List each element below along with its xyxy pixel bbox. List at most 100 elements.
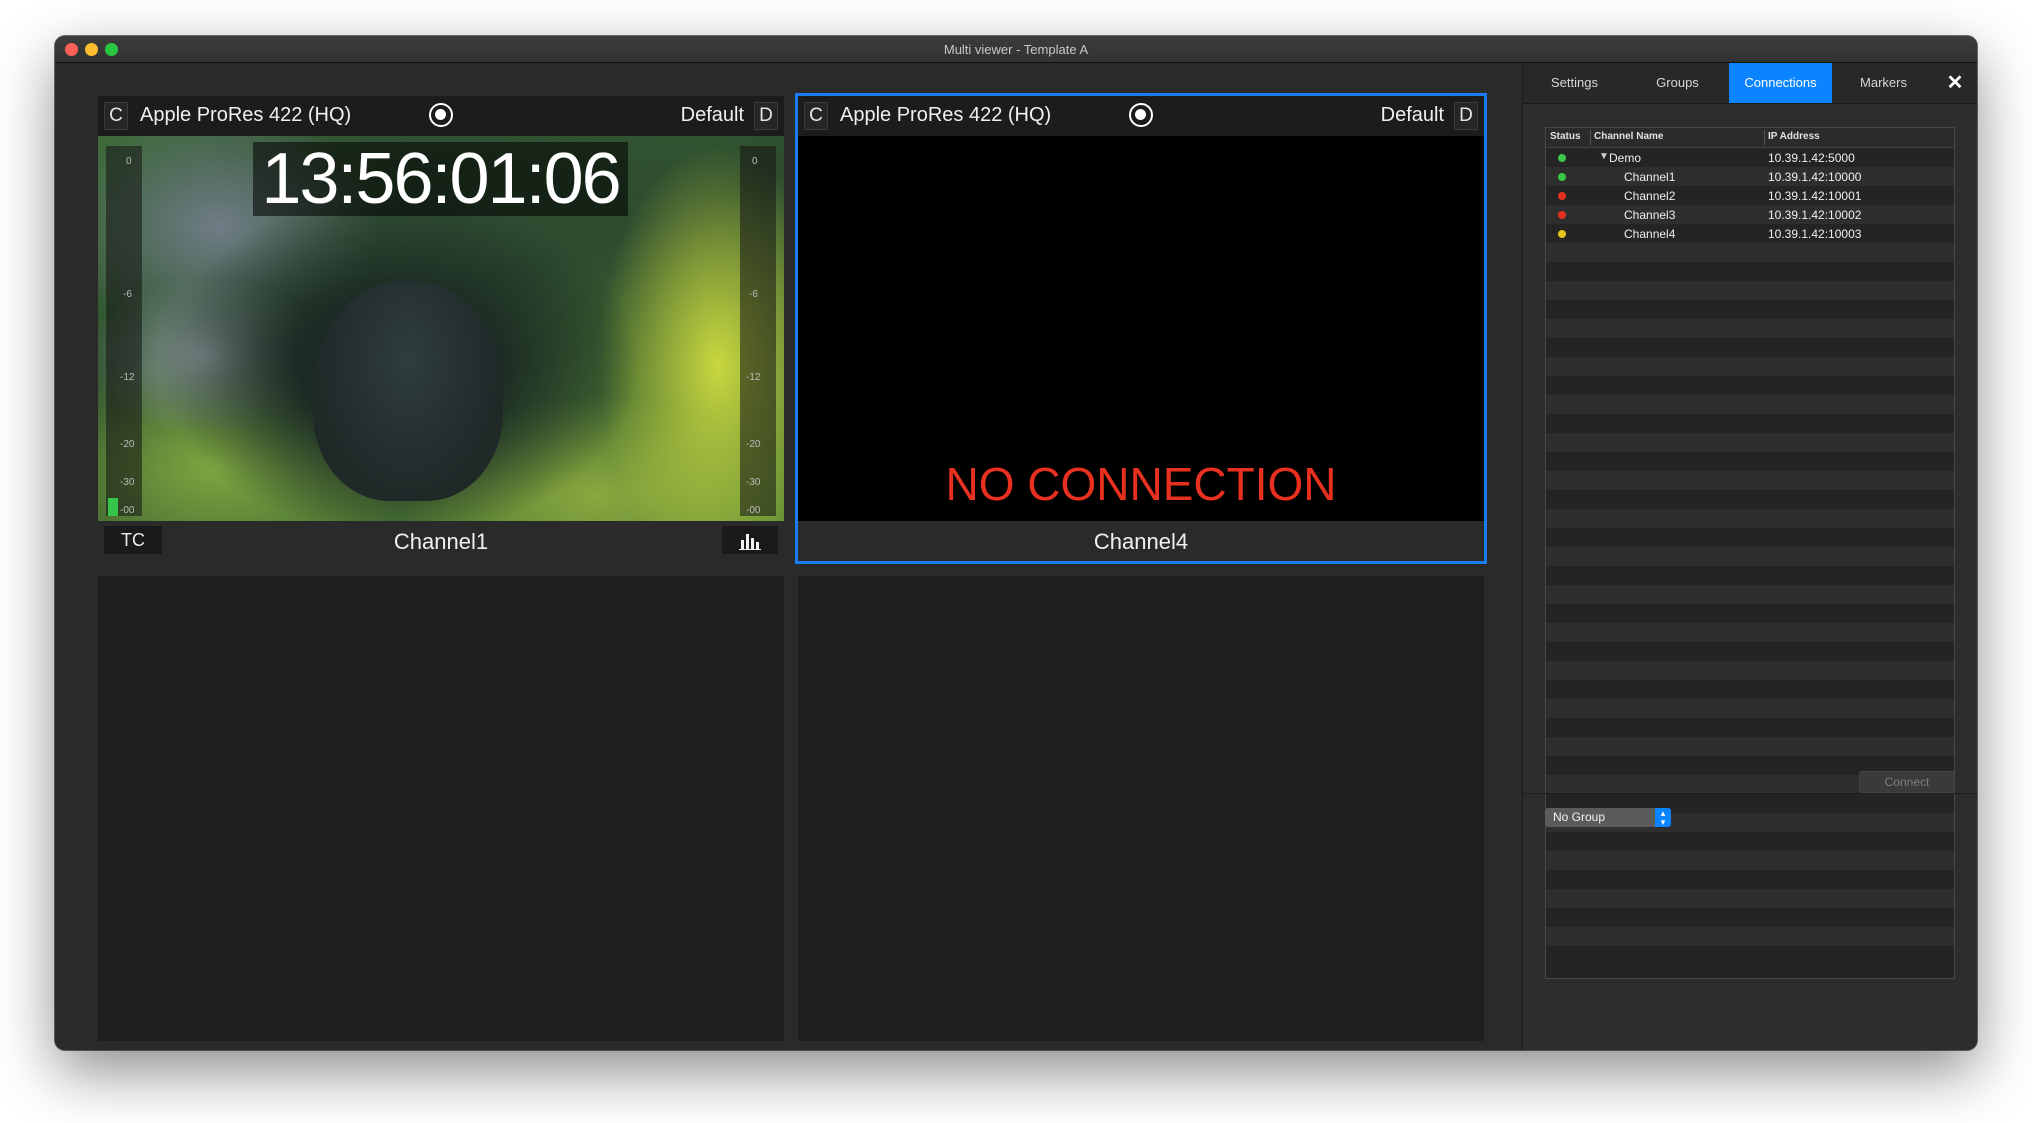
codec-label: Apple ProRes 422 (HQ) (140, 104, 352, 126)
table-row[interactable]: ▼ Demo 10.39.1.42:5000 (1546, 148, 1954, 167)
meter-tick: -12 (746, 372, 761, 383)
codec-c-button[interactable]: C (104, 102, 128, 130)
empty-table-row (1546, 870, 1954, 889)
tab-groups[interactable]: Groups (1626, 63, 1729, 103)
table-rows: ▼ Demo 10.39.1.42:5000 Channel1 10.39.1.… (1546, 148, 1954, 965)
empty-table-row (1546, 718, 1954, 737)
tab-settings[interactable]: Settings (1523, 63, 1626, 103)
table-header: Status Channel Name IP Address (1546, 128, 1954, 148)
preset-d-button[interactable]: D (1454, 102, 1478, 130)
stepper-arrows-icon: ▴ ▾ (1655, 808, 1671, 827)
viewer-tile-empty[interactable] (798, 576, 1484, 1041)
codec-c-button[interactable]: C (804, 102, 828, 130)
empty-table-row (1546, 528, 1954, 547)
meter-tick: 0 (126, 156, 132, 167)
preset-label: Default (1380, 104, 1444, 126)
column-divider (1764, 130, 1765, 145)
channel-name-cell: Demo (1609, 151, 1642, 165)
empty-table-row (1546, 395, 1954, 414)
connections-table: Status Channel Name IP Address ▼ Demo 10… (1545, 127, 1955, 979)
preset-d-button[interactable]: D (754, 102, 778, 130)
channel-name-cell: Channel4 (1624, 227, 1676, 241)
ip-address-cell: 10.39.1.42:10001 (1768, 189, 1862, 203)
side-panel: Settings Groups Connections Markers ✕ St… (1522, 63, 1977, 1050)
viewer-tile-channel1[interactable]: C Apple ProRes 422 (HQ) Default D 0 -6 -… (98, 96, 784, 561)
tile-header: C Apple ProRes 422 (HQ) Default D (798, 96, 1484, 136)
table-row[interactable]: Channel1 10.39.1.42:10000 (1546, 167, 1954, 186)
ip-address-cell: 10.39.1.42:10002 (1768, 208, 1862, 222)
tab-connections[interactable]: Connections (1729, 63, 1832, 103)
ip-address-cell: 10.39.1.42:10000 (1768, 170, 1862, 184)
status-dot (1558, 154, 1566, 162)
channel-name-cell: Channel3 (1624, 208, 1676, 222)
group-select[interactable]: No Group ▴ ▾ (1545, 808, 1671, 827)
empty-rows (1546, 243, 1954, 965)
table-row[interactable]: Channel2 10.39.1.42:10001 (1546, 186, 1954, 205)
panel-divider (1523, 793, 1977, 794)
channel-name-cell: Channel2 (1624, 189, 1676, 203)
connect-button[interactable]: Connect (1859, 771, 1955, 793)
meter-tick: -00 (120, 505, 135, 516)
meter-tick: -6 (749, 289, 758, 300)
ip-address-cell: 10.39.1.42:5000 (1768, 151, 1855, 165)
audio-meter-left: 0 -6 -12 -20 -30 -00 (106, 146, 142, 516)
record-icon[interactable] (429, 103, 453, 127)
empty-table-row (1546, 908, 1954, 927)
ip-address-cell: 10.39.1.42:10003 (1768, 227, 1862, 241)
audio-meter-right: 0 -6 -12 -20 -30 -00 (740, 146, 776, 516)
no-connection-message: NO CONNECTION (945, 458, 1337, 510)
status-dot (1558, 211, 1566, 219)
empty-table-row (1546, 699, 1954, 718)
empty-table-row (1546, 946, 1954, 965)
empty-table-row (1546, 851, 1954, 870)
meter-tick: -12 (120, 372, 135, 383)
app-window: Multi viewer - Template A C Apple ProRes… (55, 36, 1977, 1050)
empty-table-row (1546, 889, 1954, 908)
column-header-ip-address[interactable]: IP Address (1768, 131, 1820, 142)
bar-chart-icon (739, 534, 761, 550)
status-dot (1558, 173, 1566, 181)
column-header-status[interactable]: Status (1550, 131, 1581, 142)
empty-table-row (1546, 509, 1954, 528)
meter-tick: -00 (746, 505, 761, 516)
meter-tick: -6 (123, 289, 132, 300)
empty-table-row (1546, 262, 1954, 281)
record-icon[interactable] (1129, 103, 1153, 127)
meter-tick: -30 (120, 477, 135, 488)
tab-markers[interactable]: Markers (1832, 63, 1935, 103)
status-dot (1558, 192, 1566, 200)
disclosure-triangle-icon[interactable]: ▼ (1599, 151, 1609, 162)
table-row[interactable]: Channel3 10.39.1.42:10002 (1546, 205, 1954, 224)
empty-table-row (1546, 566, 1954, 585)
group-select-value: No Group (1553, 810, 1606, 824)
empty-table-row (1546, 623, 1954, 642)
side-tabs: Settings Groups Connections Markers ✕ (1523, 63, 1977, 104)
empty-table-row (1546, 661, 1954, 680)
audio-meter-toggle-button[interactable] (722, 526, 778, 554)
video-subject (313, 281, 503, 501)
table-row[interactable]: Channel4 10.39.1.42:10003 (1546, 224, 1954, 243)
preset-label: Default (680, 104, 744, 126)
tile-footer: TC Channel1 (98, 521, 784, 561)
tile-header: C Apple ProRes 422 (HQ) Default D (98, 96, 784, 136)
multiviewer-grid: C Apple ProRes 422 (HQ) Default D 0 -6 -… (55, 63, 1522, 1050)
meter-tick: -30 (746, 477, 761, 488)
channel-name: Channel1 (393, 529, 489, 554)
column-header-channel-name[interactable]: Channel Name (1594, 131, 1663, 142)
empty-table-row (1546, 471, 1954, 490)
empty-table-row (1546, 832, 1954, 851)
video-preview: 0 -6 -12 -20 -30 -00 0 -6 -12 -20 -30 -0… (98, 136, 784, 521)
empty-table-row (1546, 300, 1954, 319)
viewer-tile-empty[interactable] (98, 576, 784, 1041)
meter-tick: -20 (120, 439, 135, 450)
codec-label: Apple ProRes 422 (HQ) (840, 104, 1052, 126)
empty-table-row (1546, 490, 1954, 509)
channel-name: Channel4 (1093, 529, 1189, 554)
empty-table-row (1546, 604, 1954, 623)
viewer-tile-channel4[interactable]: C Apple ProRes 422 (HQ) Default D NO CON… (798, 96, 1484, 561)
empty-table-row (1546, 547, 1954, 566)
empty-table-row (1546, 737, 1954, 756)
empty-table-row (1546, 376, 1954, 395)
meter-tick: -20 (746, 439, 761, 450)
close-panel-icon[interactable]: ✕ (1933, 63, 1977, 103)
